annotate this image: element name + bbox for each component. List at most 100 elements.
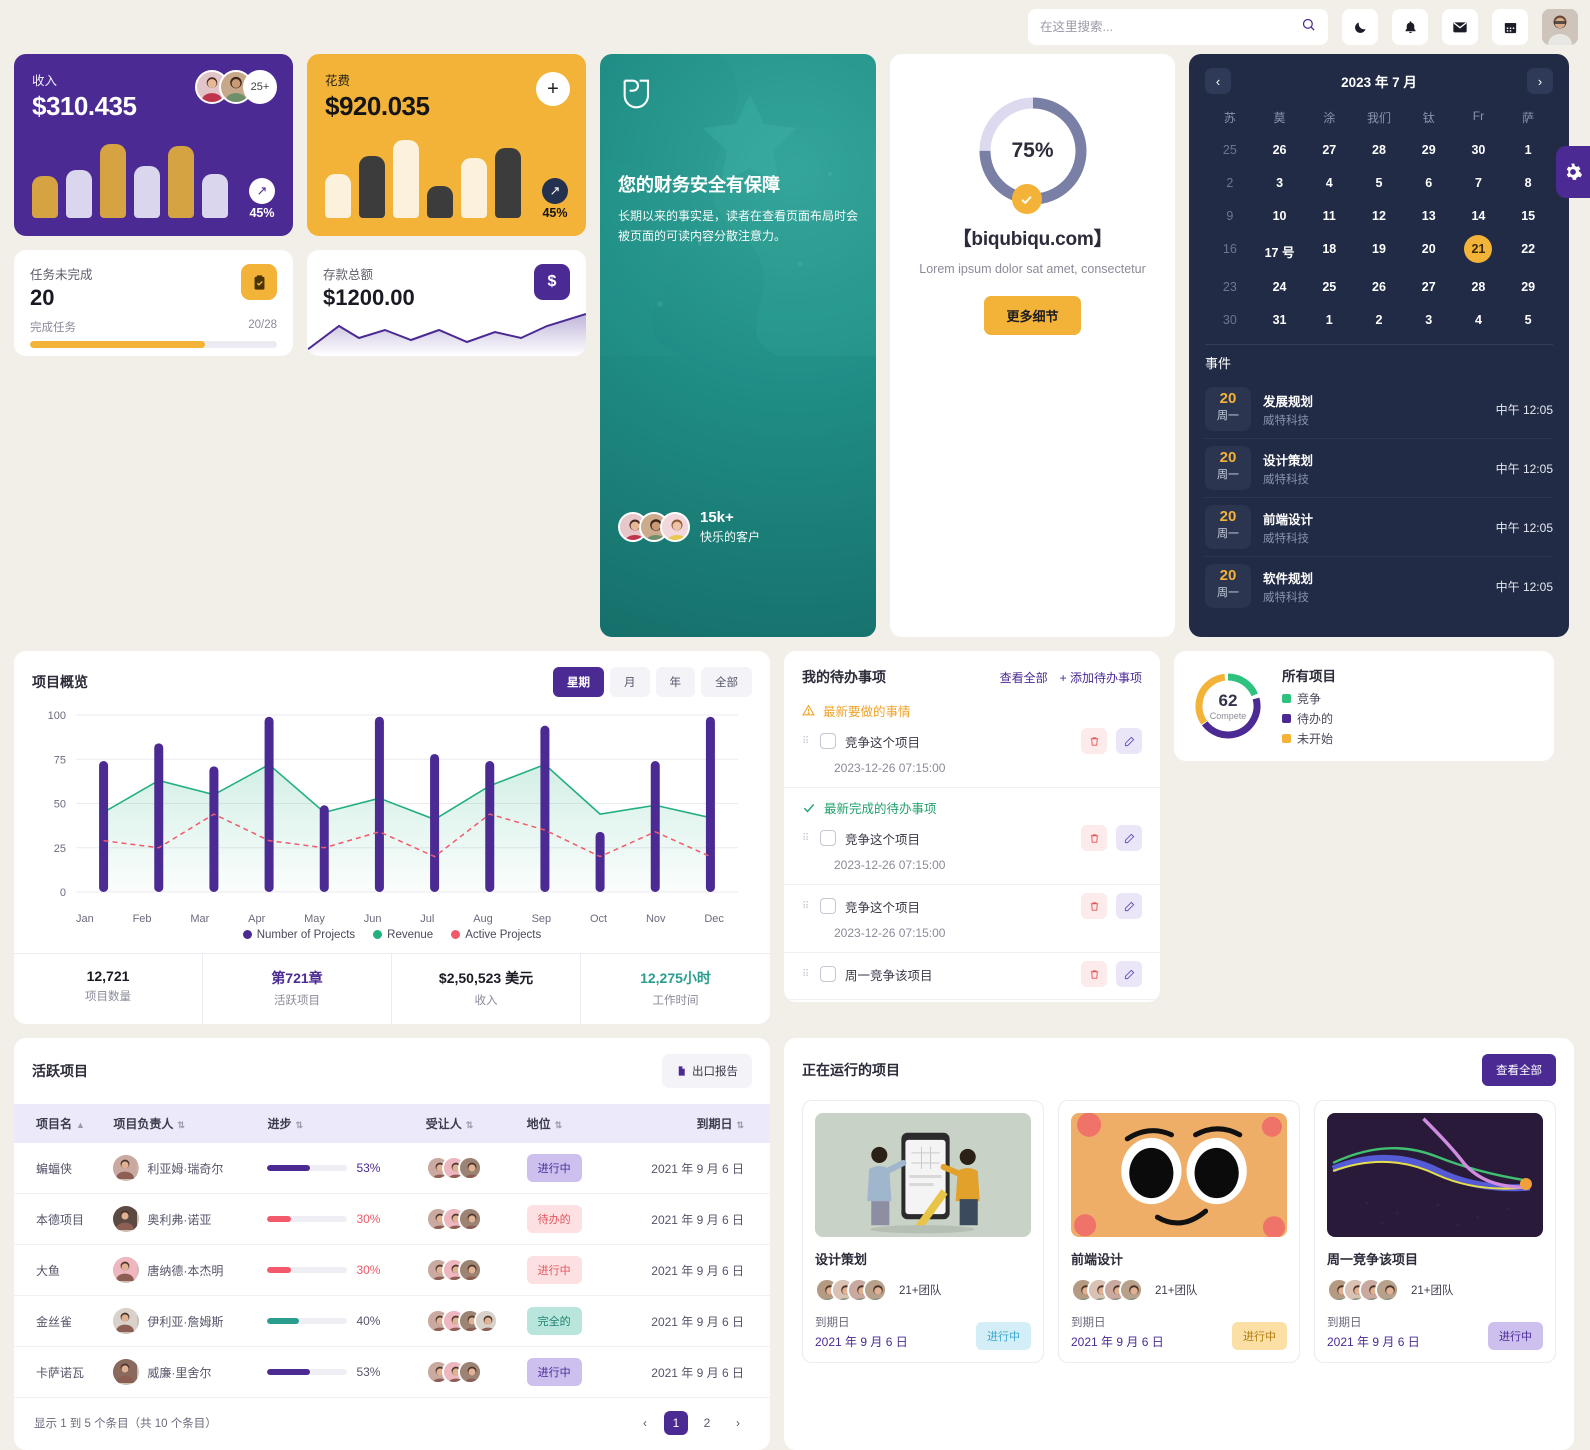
calendar-day[interactable]: 6 — [1404, 169, 1454, 197]
pager-prev[interactable]: ‹ — [633, 1411, 657, 1435]
calendar-day[interactable]: 25 — [1205, 136, 1255, 164]
todo-item[interactable]: ⠿ 周一竞争该项目 — [784, 953, 1160, 1000]
search-input[interactable] — [1040, 20, 1293, 34]
event-item[interactable]: 20 周一 软件规划 威特科技 中午 12:05 — [1205, 557, 1553, 615]
overview-tab-1[interactable]: 月 — [610, 667, 650, 697]
running-project-card[interactable]: 设计策划 21+团队 到期日 2021 年 9 月 6 日 进行中 — [802, 1100, 1044, 1363]
todo-checkbox[interactable] — [820, 733, 836, 749]
delete-icon[interactable] — [1081, 825, 1107, 851]
pager-page-1[interactable]: 1 — [664, 1411, 688, 1435]
calendar-icon[interactable] — [1492, 9, 1528, 45]
calendar-day[interactable]: 5 — [1354, 169, 1404, 197]
overview-tab-0[interactable]: 星期 — [553, 667, 604, 697]
drag-handle-icon[interactable]: ⠿ — [802, 833, 811, 843]
calendar-day[interactable]: 28 — [1454, 273, 1504, 301]
mail-icon[interactable] — [1442, 9, 1478, 45]
calendar-day[interactable]: 3 — [1404, 306, 1454, 334]
calendar-day[interactable]: 26 — [1255, 136, 1305, 164]
event-item[interactable]: 20 周一 发展规划 威特科技 中午 12:05 — [1205, 380, 1553, 439]
table-header-5[interactable]: 到期日 ⇅ — [603, 1104, 770, 1143]
todo-checkbox[interactable] — [820, 830, 836, 846]
export-report-button[interactable]: 出口报告 — [662, 1054, 752, 1088]
edit-icon[interactable] — [1116, 728, 1142, 754]
delete-icon[interactable] — [1081, 893, 1107, 919]
calendar-day[interactable]: 29 — [1404, 136, 1454, 164]
drag-handle-icon[interactable]: ⠿ — [802, 969, 811, 979]
table-row[interactable]: 蝙蝠侠 利亚姆·瑞奇尔 53% 进行中 2021 年 9 月 6 日 — [14, 1143, 770, 1194]
moon-icon[interactable] — [1342, 9, 1378, 45]
calendar-day[interactable]: 11 — [1304, 202, 1354, 230]
edit-icon[interactable] — [1116, 825, 1142, 851]
running-view-all-button[interactable]: 查看全部 — [1482, 1054, 1556, 1086]
settings-button[interactable] — [1556, 146, 1590, 198]
calendar-day[interactable]: 12 — [1354, 202, 1404, 230]
more-details-button[interactable]: 更多细节 — [984, 295, 1081, 335]
todo-item[interactable]: ⠿ 竞争这个项目 2023-12-26 07:15:00 — [784, 885, 1160, 953]
table-row[interactable]: 卡萨诺瓦 威廉·里舍尔 53% 进行中 2021 年 9 月 6 日 — [14, 1346, 770, 1398]
calendar-day[interactable]: 30 — [1205, 306, 1255, 334]
calendar-day[interactable]: 30 — [1454, 136, 1504, 164]
calendar-day[interactable]: 26 — [1354, 273, 1404, 301]
pager-next[interactable]: › — [726, 1411, 750, 1435]
todo-checkbox[interactable] — [820, 966, 836, 982]
table-pager[interactable]: ‹ 1 2 › — [633, 1411, 750, 1435]
edit-icon[interactable] — [1116, 893, 1142, 919]
table-header-2[interactable]: 进步 ⇅ — [267, 1104, 426, 1143]
table-header-4[interactable]: 地位 ⇅ — [526, 1104, 604, 1143]
calendar-day[interactable]: 4 — [1304, 169, 1354, 197]
calendar-day[interactable]: 1 — [1304, 306, 1354, 334]
calendar-day[interactable]: 18 — [1304, 235, 1354, 268]
table-header-3[interactable]: 受让人 ⇅ — [425, 1104, 527, 1143]
calendar-next-button[interactable]: › — [1526, 68, 1553, 94]
table-row[interactable]: 本德项目 奥利弗·诺亚 30% 待办的 2021 年 9 月 6 日 — [14, 1193, 770, 1245]
delete-icon[interactable] — [1081, 961, 1107, 987]
calendar-prev-button[interactable]: ‹ — [1205, 68, 1231, 94]
todo-view-all-link[interactable]: 查看全部 — [1000, 669, 1048, 686]
calendar-day[interactable]: 28 — [1354, 136, 1404, 164]
calendar-day[interactable]: 27 — [1404, 273, 1454, 301]
table-row[interactable]: 金丝雀 伊利亚·詹姆斯 40% 完全的 2021 年 9 月 6 日 — [14, 1295, 770, 1347]
calendar-day[interactable]: 19 — [1354, 235, 1404, 268]
calendar-day[interactable]: 7 — [1454, 169, 1504, 197]
todo-item[interactable]: ⠿ 竞争这个项目 2023-12-26 07:15:00 — [784, 720, 1160, 788]
calendar-day[interactable]: 10 — [1255, 202, 1305, 230]
income-avatar-stack[interactable]: 25+ — [195, 70, 277, 104]
calendar-grid[interactable]: 苏莫涂我们钛 Fr 萨 25 26 27 28 29 30 1 2 3 4 5 6 7 8 9 10 11 12 13 14… — [1205, 104, 1553, 334]
running-project-card[interactable]: 周一竞争该项目 21+团队 到期日 2021 年 9 月 6 日 进行中 — [1314, 1100, 1556, 1363]
calendar-day[interactable]: 2 — [1354, 306, 1404, 334]
search-icon[interactable] — [1301, 17, 1316, 37]
calendar-day[interactable]: 24 — [1255, 273, 1305, 301]
overview-tab-3[interactable]: 全部 — [701, 667, 752, 697]
calendar-day[interactable]: 3 — [1255, 169, 1305, 197]
todo-item[interactable]: ⠿ 竞争这个项目 2023-12-26 07:15:00 — [784, 817, 1160, 885]
calendar-day[interactable]: 5 — [1503, 306, 1553, 334]
avatar[interactable] — [1542, 9, 1578, 45]
bell-icon[interactable] — [1392, 9, 1428, 45]
calendar-day[interactable]: 29 — [1503, 273, 1553, 301]
calendar-day[interactable]: 23 — [1205, 273, 1255, 301]
calendar-day[interactable]: 20 — [1404, 235, 1454, 268]
event-item[interactable]: 20 周一 设计策划 威特科技 中午 12:05 — [1205, 439, 1553, 498]
table-header-1[interactable]: 项目负责人 ⇅ — [113, 1104, 268, 1143]
calendar-day[interactable]: 8 — [1503, 169, 1553, 197]
calendar-day[interactable]: 2 — [1205, 169, 1255, 197]
pager-page-2[interactable]: 2 — [695, 1411, 719, 1435]
calendar-day[interactable]: 15 — [1503, 202, 1553, 230]
overview-range-tabs[interactable]: 星期月年全部 — [553, 667, 752, 697]
drag-handle-icon[interactable]: ⠿ — [802, 736, 811, 746]
search-box[interactable] — [1028, 9, 1328, 45]
table-row[interactable]: 大鱼 唐纳德·本杰明 30% 进行中 2021 年 9 月 6 日 — [14, 1244, 770, 1296]
calendar-day[interactable]: 14 — [1454, 202, 1504, 230]
calendar-day[interactable]: 31 — [1255, 306, 1305, 334]
calendar-day[interactable]: 21 — [1464, 235, 1493, 263]
todo-add-link[interactable]: + 添加待办事项 — [1060, 669, 1142, 686]
calendar-day[interactable]: 17 号 — [1255, 235, 1305, 268]
edit-icon[interactable] — [1116, 961, 1142, 987]
overview-tab-2[interactable]: 年 — [655, 667, 695, 697]
calendar-day[interactable]: 22 — [1503, 235, 1553, 268]
calendar-day[interactable]: 25 — [1304, 273, 1354, 301]
calendar-day[interactable]: 27 — [1304, 136, 1354, 164]
calendar-day[interactable]: 13 — [1404, 202, 1454, 230]
table-header-0[interactable]: 项目名 ▲ — [14, 1104, 114, 1143]
delete-icon[interactable] — [1081, 728, 1107, 754]
